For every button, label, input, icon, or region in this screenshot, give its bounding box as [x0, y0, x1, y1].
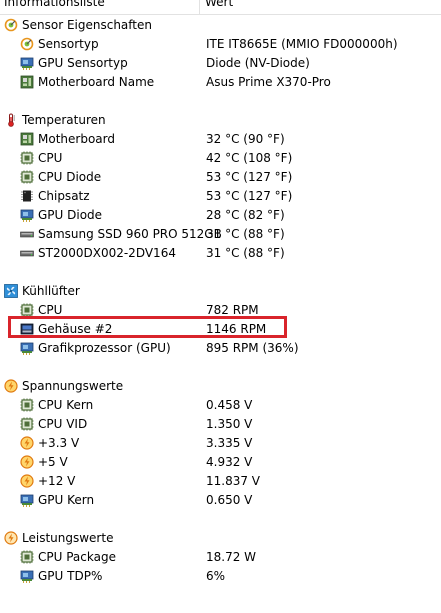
- voltage-icon: [20, 474, 34, 488]
- sensor-row[interactable]: GPU Sensortyp Diode (NV-Diode): [0, 54, 441, 73]
- sensor-value: 32 °C (90 °F): [206, 132, 285, 146]
- sensor-value: 4.932 V: [206, 455, 253, 469]
- section-title: Sensor Eigenschaften: [22, 18, 152, 32]
- cpu-icon: [20, 151, 34, 165]
- gpu-icon: [20, 208, 34, 222]
- cpu-icon: [20, 170, 34, 184]
- section-header[interactable]: Sensor Eigenschaften: [0, 16, 441, 35]
- sensor-label: CPU VID: [38, 417, 88, 431]
- sensor-row[interactable]: Samsung SSD 960 PRO 512GB 31 °C (88 °F): [0, 225, 441, 244]
- sensor-value: Diode (NV-Diode): [206, 56, 310, 70]
- cpu-icon: [20, 417, 34, 431]
- sensor-row[interactable]: Grafikprozessor (GPU) 895 RPM (36%): [0, 339, 441, 358]
- sensor-value: 31 °C (88 °F): [206, 246, 285, 260]
- sensor-row[interactable]: GPU TDP% 6%: [0, 567, 441, 586]
- sensor-row[interactable]: CPU 42 °C (108 °F): [0, 149, 441, 168]
- cpu-icon: [20, 398, 34, 412]
- sensor-label: +3.3 V: [38, 436, 80, 450]
- sensor-label: GPU Diode: [38, 208, 103, 222]
- sensor-row[interactable]: Sensortyp ITE IT8665E (MMIO FD000000h): [0, 35, 441, 54]
- list-header: Informationsliste Wert: [0, 0, 441, 15]
- thermometer-icon: [4, 113, 18, 127]
- voltage-icon: [20, 436, 34, 450]
- motherboard-icon: [20, 132, 34, 146]
- section-title: Spannungswerte: [22, 379, 124, 393]
- sensor-icon: [20, 37, 34, 51]
- column-header-field[interactable]: Informationsliste: [4, 0, 105, 9]
- sensor-label: Motherboard: [38, 132, 115, 146]
- sensor-row[interactable]: Motherboard 32 °C (90 °F): [0, 130, 441, 149]
- sensor-label: +12 V: [38, 474, 76, 488]
- sensor-label: GPU Sensortyp: [38, 56, 128, 70]
- section-title: Leistungswerte: [22, 531, 114, 545]
- drive-icon: [20, 227, 34, 241]
- sensor-label: Chipsatz: [38, 189, 90, 203]
- sensor-row[interactable]: CPU Diode 53 °C (127 °F): [0, 168, 441, 187]
- sensor-row[interactable]: Chipsatz 53 °C (127 °F): [0, 187, 441, 206]
- section-title: Temperaturen: [22, 113, 106, 127]
- sensor-value: Asus Prime X370-Pro: [206, 75, 331, 89]
- sensor-row[interactable]: GPU Diode 28 °C (82 °F): [0, 206, 441, 225]
- sensor-row[interactable]: CPU VID 1.350 V: [0, 415, 441, 434]
- section-header[interactable]: Temperaturen: [0, 111, 441, 130]
- sensor-row[interactable]: CPU Package 18.72 W: [0, 548, 441, 567]
- section-title: Kühllüfter: [22, 284, 80, 298]
- voltage-icon: [4, 379, 18, 393]
- sensor-label: Samsung SSD 960 PRO 512GB: [38, 227, 222, 241]
- sensor-row[interactable]: GPU Kern 0.650 V: [0, 491, 441, 510]
- sensor-value: ITE IT8665E (MMIO FD000000h): [206, 37, 398, 51]
- chip-icon: [20, 189, 34, 203]
- sensor-value: 42 °C (108 °F): [206, 151, 293, 165]
- sensor-icon: [4, 18, 18, 32]
- sensor-label: CPU: [38, 151, 63, 165]
- sensor-label: GPU Kern: [38, 493, 95, 507]
- sensor-label: CPU Package: [38, 550, 116, 564]
- sensor-value: 11.837 V: [206, 474, 261, 488]
- sensor-label: +5 V: [38, 455, 68, 469]
- sensor-label: ST2000DX002-2DV164: [38, 246, 176, 260]
- gpu-icon: [20, 569, 34, 583]
- sensor-value: 53 °C (127 °F): [206, 189, 293, 203]
- sensor-label: GPU TDP%: [38, 569, 103, 583]
- sensor-row[interactable]: ST2000DX002-2DV164 31 °C (88 °F): [0, 244, 441, 263]
- section-header[interactable]: Spannungswerte: [0, 377, 441, 396]
- sensor-row[interactable]: +3.3 V 3.335 V: [0, 434, 441, 453]
- sensor-value: 31 °C (88 °F): [206, 227, 285, 241]
- section-header[interactable]: Kühllüfter: [0, 282, 441, 301]
- sensor-row[interactable]: Motherboard Name Asus Prime X370-Pro: [0, 73, 441, 92]
- sensor-value: 0.458 V: [206, 398, 253, 412]
- sensor-label: Sensortyp: [38, 37, 99, 51]
- sensor-label: CPU Kern: [38, 398, 94, 412]
- gpu-icon: [20, 493, 34, 507]
- sensor-value: 895 RPM (36%): [206, 341, 299, 355]
- gpu-icon: [20, 341, 34, 355]
- highlight-box: [8, 316, 287, 338]
- sensor-value: 3.335 V: [206, 436, 253, 450]
- sensor-label: Grafikprozessor (GPU): [38, 341, 171, 355]
- sensor-value: 53 °C (127 °F): [206, 170, 293, 184]
- sensor-row[interactable]: +12 V 11.837 V: [0, 472, 441, 491]
- cpu-icon: [20, 550, 34, 564]
- drive-icon: [20, 246, 34, 260]
- sensor-value: 6%: [206, 569, 226, 583]
- power-icon: [4, 531, 18, 545]
- section-header[interactable]: Leistungswerte: [0, 529, 441, 548]
- sensor-value: 28 °C (82 °F): [206, 208, 285, 222]
- sensor-label: CPU: [38, 303, 63, 317]
- sensor-value: 782 RPM: [206, 303, 259, 317]
- sensor-row[interactable]: +5 V 4.932 V: [0, 453, 441, 472]
- gpu-icon: [20, 56, 34, 70]
- sensor-label: CPU Diode: [38, 170, 102, 184]
- voltage-icon: [20, 455, 34, 469]
- sensor-value: 1.350 V: [206, 417, 253, 431]
- fan-icon: [4, 284, 18, 298]
- sensor-value: 18.72 W: [206, 550, 257, 564]
- sensor-label: Motherboard Name: [38, 75, 155, 89]
- sensor-row[interactable]: CPU Kern 0.458 V: [0, 396, 441, 415]
- sensor-value: 0.650 V: [206, 493, 253, 507]
- column-header-value[interactable]: Wert: [205, 0, 233, 9]
- motherboard-icon: [20, 75, 34, 89]
- cpu-icon: [20, 303, 34, 317]
- column-divider[interactable]: [199, 0, 200, 14]
